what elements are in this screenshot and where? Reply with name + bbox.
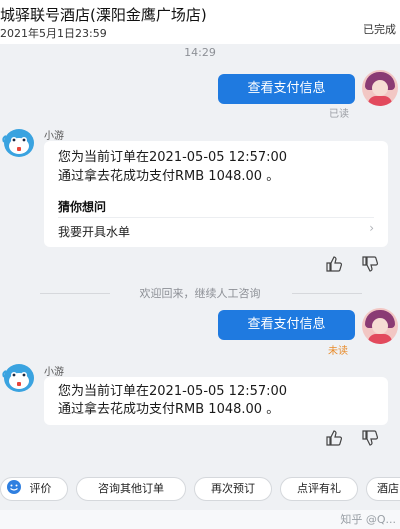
resume-divider-text: 欢迎回来，继续人工咨询	[139, 287, 261, 300]
chevron-right-icon: ›	[369, 221, 374, 235]
payment-info-line: 您为当前订单在2021-05-05 12:57:00	[58, 150, 288, 165]
read-status: 已读	[329, 109, 349, 120]
bot-message-card: 您为当前订单在2021-05-05 12:57:00 通过拿去花成功支付RMB …	[44, 141, 388, 247]
chip-label: 再次预订	[211, 482, 255, 495]
chip-label: 评价	[29, 482, 52, 495]
quick-action-bar: 评价 咨询其他订单 再次预订 点评有礼 酒店	[0, 473, 400, 507]
thumbs-down-icon[interactable]	[361, 255, 379, 273]
bot-name: 小游	[44, 367, 64, 378]
guess-title: 猜你想问	[58, 200, 107, 214]
quick-action-rate[interactable]: 评价	[0, 477, 68, 501]
chip-label: 咨询其他订单	[98, 482, 164, 495]
chip-label: 点评有礼	[297, 482, 341, 495]
thumbs-down-icon[interactable]	[361, 429, 379, 447]
payment-info-line: 通过拿去花成功支付RMB 1048.00 。	[58, 402, 280, 417]
thumbs-up-icon[interactable]	[325, 255, 343, 273]
payment-info-line: 您为当前订单在2021-05-05 12:57:00	[58, 384, 288, 399]
bot-avatar-icon	[2, 129, 34, 157]
resume-divider: 欢迎回来，继续人工咨询	[0, 285, 400, 301]
bot-message-card: 您为当前订单在2021-05-05 12:57:00 通过拿去花成功支付RMB …	[44, 377, 388, 425]
quick-action-review[interactable]: 点评有礼	[280, 477, 358, 501]
order-header[interactable]: 城驿联号酒店(溧阳金鹰广场店) 2021年5月1日23:59 已完成	[0, 0, 400, 44]
suggested-question-receipt[interactable]: 我要开具水单	[58, 223, 130, 240]
user-avatar[interactable]	[362, 70, 398, 106]
quick-action-other-orders[interactable]: 咨询其他订单	[76, 477, 186, 501]
order-time: 2021年5月1日23:59	[0, 27, 107, 40]
quick-action-hotel[interactable]: 酒店	[366, 477, 400, 501]
bot-avatar-icon	[2, 364, 34, 392]
user-message-bubble[interactable]: 查看支付信息	[218, 74, 355, 104]
watermark: 知乎 @Q...	[340, 513, 396, 526]
chip-label: 酒店	[377, 482, 399, 495]
payment-info-line: 通过拿去花成功支付RMB 1048.00 。	[58, 169, 280, 184]
hotel-name: 城驿联号酒店(溧阳金鹰广场店)	[0, 6, 207, 24]
time-divider: 14:29	[184, 46, 216, 59]
user-avatar[interactable]	[362, 308, 398, 344]
bot-name: 小游	[44, 131, 64, 142]
user-message-bubble[interactable]: 查看支付信息	[218, 310, 355, 340]
thumbs-up-icon[interactable]	[325, 429, 343, 447]
order-status: 已完成	[363, 23, 396, 36]
quick-action-rebook[interactable]: 再次预订	[194, 477, 272, 501]
smile-icon	[7, 480, 21, 494]
divider	[58, 217, 374, 218]
unread-status: 未读	[328, 346, 348, 357]
